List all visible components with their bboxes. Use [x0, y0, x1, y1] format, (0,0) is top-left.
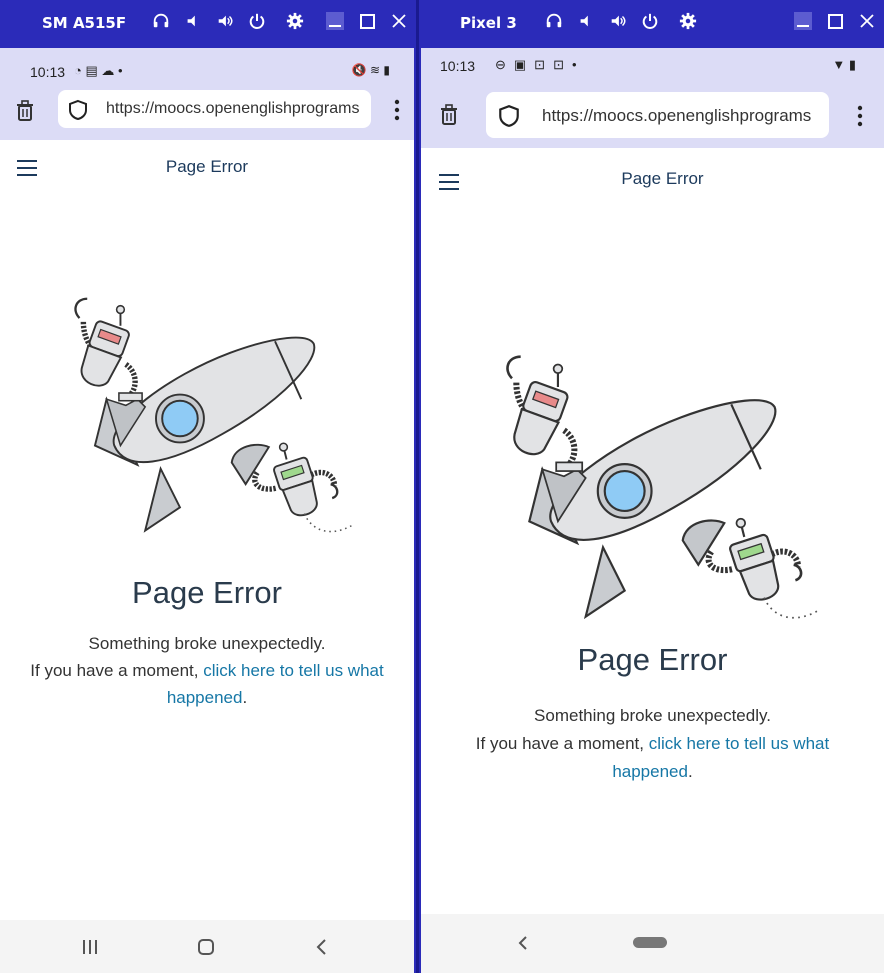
status-bar: 10:13 ⊖▣⊡⊡• ▼ ▮	[421, 48, 884, 86]
error-prefix: If you have a moment,	[475, 734, 644, 753]
report-link[interactable]: click here to tell us what happened	[167, 661, 384, 707]
shield-icon	[499, 105, 519, 127]
device-screen: 10:13 ◔ ▤ ☁ • 🔇 ≋ ▮ https://moocs.openen…	[0, 48, 414, 973]
home-icon[interactable]	[633, 937, 667, 948]
page-title: Page Error	[621, 169, 704, 188]
error-line-2: If you have a moment, click here to tell…	[451, 730, 854, 786]
status-time: 10:13	[30, 64, 66, 80]
error-line-1: Something broke unexpectedly.	[534, 706, 771, 725]
page-title: Page Error	[165, 157, 249, 176]
error-message: Something broke unexpectedly. If you hav…	[0, 630, 414, 711]
settings-icon[interactable]	[286, 12, 304, 30]
rocket-illustration	[0, 206, 414, 546]
device-name: SM A515F	[42, 14, 127, 32]
android-nav-bar	[421, 914, 884, 973]
back-icon[interactable]	[516, 934, 530, 952]
back-icon[interactable]	[313, 937, 329, 957]
shield-icon	[69, 99, 87, 121]
error-heading: Page Error	[132, 575, 282, 610]
app-header: Page Error	[0, 140, 414, 192]
delete-icon[interactable]	[15, 100, 35, 122]
recents-icon[interactable]	[80, 938, 100, 956]
headset-icon[interactable]	[152, 12, 170, 30]
volume-up-icon[interactable]	[216, 12, 234, 30]
error-message: Something broke unexpectedly. If you hav…	[421, 702, 884, 786]
close-icon[interactable]	[858, 12, 876, 30]
home-icon[interactable]	[196, 937, 216, 957]
status-time: 10:13	[440, 58, 476, 74]
rocket-illustration	[425, 244, 884, 634]
url-field[interactable]: https://moocs.openenglishprograms	[58, 90, 371, 128]
status-notification-icons: ⊖▣⊡⊡•	[495, 57, 585, 72]
minimize-icon[interactable]	[326, 12, 344, 30]
device-name: Pixel 3	[460, 14, 517, 32]
error-heading: Page Error	[577, 642, 728, 677]
minimize-icon[interactable]	[794, 12, 812, 30]
browser-toolbar: https://moocs.openenglishprograms	[421, 86, 884, 148]
error-suffix: .	[687, 762, 693, 781]
url-field[interactable]: https://moocs.openenglishprograms	[486, 92, 829, 138]
android-nav-bar	[0, 920, 414, 973]
device-screen: 10:13 ⊖▣⊡⊡• ▼ ▮ https://moocs.openenglis…	[421, 48, 884, 973]
status-notification-icons: ◔ ▤ ☁ •	[74, 63, 123, 78]
app-header: Page Error	[421, 148, 884, 210]
close-icon[interactable]	[390, 12, 408, 30]
error-prefix: If you have a moment,	[30, 661, 199, 680]
power-icon[interactable]	[641, 12, 659, 30]
error-suffix: .	[242, 688, 248, 707]
error-line-2: If you have a moment, click here to tell…	[18, 657, 396, 711]
url-text: https://moocs.openenglishprograms	[106, 100, 360, 117]
device-window-right: Pixel 3 10:13 ⊖▣⊡⊡• ▼ ▮ https://moocs.op…	[419, 0, 884, 973]
emulator-titlebar: Pixel 3	[419, 0, 884, 48]
maximize-icon[interactable]	[826, 12, 844, 30]
volume-down-icon[interactable]	[577, 12, 595, 30]
power-icon[interactable]	[248, 12, 266, 30]
error-line-1: Something broke unexpectedly.	[88, 634, 326, 653]
maximize-icon[interactable]	[358, 12, 376, 30]
more-icon[interactable]	[390, 98, 404, 122]
status-system-icons: ▼ ▮	[832, 57, 856, 72]
browser-toolbar: https://moocs.openenglishprograms	[0, 88, 414, 140]
report-link[interactable]: click here to tell us what happened	[612, 734, 829, 781]
status-system-icons: 🔇 ≋ ▮	[351, 63, 390, 77]
volume-down-icon[interactable]	[184, 12, 202, 30]
settings-icon[interactable]	[679, 12, 697, 30]
volume-up-icon[interactable]	[609, 12, 627, 30]
more-icon[interactable]	[853, 104, 867, 128]
url-text: https://moocs.openenglishprograms	[542, 106, 812, 125]
headset-icon[interactable]	[545, 12, 563, 30]
device-window-left: SM A515F 10:13 ◔ ▤ ☁ • 🔇 ≋ ▮ https://moo…	[0, 0, 416, 973]
delete-icon[interactable]	[439, 104, 459, 126]
emulator-titlebar: SM A515F	[0, 0, 416, 48]
